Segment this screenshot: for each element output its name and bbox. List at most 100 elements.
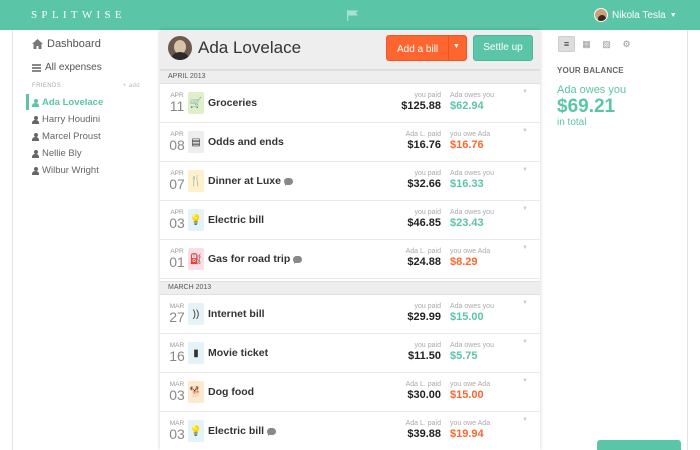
expense-day: 07 [169, 176, 185, 192]
chart-icon[interactable]: ▨ [598, 36, 615, 52]
settle-up-button[interactable]: Settle up [473, 35, 533, 61]
calendar-icon[interactable]: ▦ [578, 36, 595, 52]
left-sidebar: Dashboard All expenses FRIENDS + add Ada… [26, 30, 146, 450]
add-friend-link[interactable]: + add [123, 83, 140, 89]
lent-amount: $8.29 [450, 256, 478, 268]
flag-icon[interactable] [346, 9, 360, 21]
expense-description: Groceries [208, 97, 257, 109]
expense-row[interactable]: APR 07 🍴 Dinner at Luxe you paid $32.66 Ada ow… [160, 162, 540, 201]
splitwise-logo[interactable]: SPLITWISE [31, 9, 126, 21]
expense-day: 16 [169, 348, 185, 364]
expense-row[interactable]: APR 11 🛒 Groceries you paid $125.88 Ada owes y… [160, 84, 540, 123]
expense-day: 03 [169, 215, 185, 231]
lent-info: Ada owes you $15.00 [450, 295, 520, 324]
friend-item-ada-lovelace[interactable]: Ada Lovelace [32, 97, 103, 108]
expense-day: 01 [169, 254, 185, 270]
expense-day: 11 [169, 98, 185, 114]
paid-info: Ada L. paid $24.88 [384, 240, 441, 269]
person-icon [32, 132, 39, 141]
nav-dashboard-label: Dashboard [47, 38, 101, 50]
friend-label: Marcel Proust [42, 131, 101, 142]
expense-description: Dinner at Luxe [208, 175, 293, 187]
home-icon [32, 39, 43, 49]
expense-day: 08 [169, 137, 185, 153]
expense-description-text: Movie ticket [208, 347, 269, 359]
paid-info: Ada L. paid $39.88 [384, 412, 441, 441]
feedback-tab[interactable] [597, 440, 681, 450]
expense-row[interactable]: APR 08 ▤ Odds and ends Ada L. paid $16.76 you … [160, 123, 540, 162]
friend-label: Harry Houdini [42, 114, 101, 125]
expense-day: 27 [169, 309, 185, 325]
nav-dashboard[interactable]: Dashboard [32, 38, 101, 50]
lent-label: you owe Ada [450, 131, 491, 138]
expense-row[interactable]: APR 01 ⛽ Gas for road trip Ada L. paid $24.88… [160, 240, 540, 279]
friend-label: Ada Lovelace [42, 97, 104, 108]
expense-description: Electric bill [208, 214, 264, 226]
top-bar: SPLITWISE Nikola Tesla ▼ [0, 0, 700, 30]
chevron-down-icon[interactable]: ▼ [522, 206, 528, 212]
friend-item-marcel-proust[interactable]: Marcel Proust [32, 131, 101, 142]
friends-header-label: FRIENDS [32, 83, 62, 89]
comment-icon [293, 255, 303, 264]
paid-info: Ada L. paid $30.00 [384, 373, 441, 402]
expense-day: 03 [169, 426, 185, 442]
lent-label: Ada owes you [450, 303, 494, 310]
friend-item-wilbur-wright[interactable]: Wilbur Wright [32, 165, 99, 176]
paid-label: you paid [414, 342, 441, 349]
add-bill-label: Add a bill [397, 44, 439, 55]
paid-label: Ada L. paid [405, 131, 441, 138]
lent-label: you owe Ada [450, 420, 491, 427]
paid-label: Ada L. paid [405, 381, 441, 388]
user-avatar [594, 8, 608, 22]
chevron-down-icon[interactable]: ▼ [522, 300, 528, 306]
expense-date: APR 01 [166, 248, 188, 269]
comment-icon [283, 177, 293, 186]
person-icon [32, 166, 39, 175]
expense-list-panel: Ada Lovelace Add a bill ▼ Settle up APRI… [160, 30, 540, 450]
lent-amount: $19.94 [450, 428, 484, 440]
receipt-icon: ▤ [188, 131, 204, 153]
lent-info: Ada owes you $5.75 [450, 334, 520, 363]
paid-info: you paid $29.99 [384, 295, 441, 324]
expense-row[interactable]: APR 03 💡 Electric bill you paid $46.85 Ada owe… [160, 201, 540, 240]
friend-item-nellie-bly[interactable]: Nellie Bly [32, 148, 82, 159]
chevron-down-icon[interactable]: ▼ [522, 167, 528, 173]
right-sidebar: ≡ ▦ ▨ ⚙ YOUR BALANCE Ada owes you $69.21… [548, 30, 688, 450]
paid-amount: $39.88 [407, 428, 441, 440]
expense-description: Dog food [208, 386, 254, 398]
expense-row[interactable]: MAR 16 ▮ Movie ticket you paid $11.50 Ada owes… [160, 334, 540, 373]
expense-row[interactable]: MAR 03 🐕 Dog food Ada L. paid $30.00 you owe A… [160, 373, 540, 412]
chevron-down-icon[interactable]: ▼ [522, 245, 528, 251]
chevron-down-icon[interactable]: ▼ [453, 43, 460, 50]
month-header: APRIL 2013 [160, 70, 540, 84]
month-header: MARCH 2013 [160, 281, 540, 295]
expense-description: Movie ticket [208, 347, 268, 359]
expense-row[interactable]: MAR 03 💡 Electric bill Ada L. paid $39.88 you … [160, 412, 540, 450]
add-bill-button[interactable]: Add a bill ▼ [386, 35, 467, 61]
user-menu[interactable]: Nikola Tesla ▼ [594, 6, 677, 24]
gear-icon[interactable]: ⚙ [618, 36, 635, 52]
nav-all-expenses[interactable]: All expenses [32, 62, 102, 73]
chevron-down-icon[interactable]: ▼ [522, 89, 528, 95]
chevron-down-icon[interactable]: ▼ [522, 378, 528, 384]
paid-amount: $30.00 [407, 389, 441, 401]
paid-amount: $16.76 [407, 139, 441, 151]
gas-pump-icon: ⛽ [188, 248, 204, 270]
chevron-down-icon[interactable]: ▼ [522, 339, 528, 345]
friend-item-harry-houdini[interactable]: Harry Houdini [32, 114, 100, 125]
expense-description: Electric bill [208, 425, 277, 437]
chevron-down-icon[interactable]: ▼ [522, 417, 528, 423]
chevron-down-icon[interactable]: ▼ [522, 128, 528, 134]
person-icon [32, 115, 39, 124]
expense-day: 03 [169, 387, 185, 403]
person-icon [32, 149, 39, 158]
expense-description: Internet bill [208, 308, 265, 320]
chevron-down-icon: ▼ [669, 11, 677, 19]
user-name: Nikola Tesla [612, 9, 666, 21]
paid-label: Ada L. paid [405, 248, 441, 255]
expense-row[interactable]: MAR 27)) Internet bill you paid $29.99 Ada ow… [160, 295, 540, 334]
list-view-icon[interactable]: ≡ [558, 36, 575, 52]
lent-info: Ada owes you $62.94 [450, 84, 520, 113]
button-divider [448, 36, 449, 60]
expense-description-text: Dog food [208, 386, 255, 398]
